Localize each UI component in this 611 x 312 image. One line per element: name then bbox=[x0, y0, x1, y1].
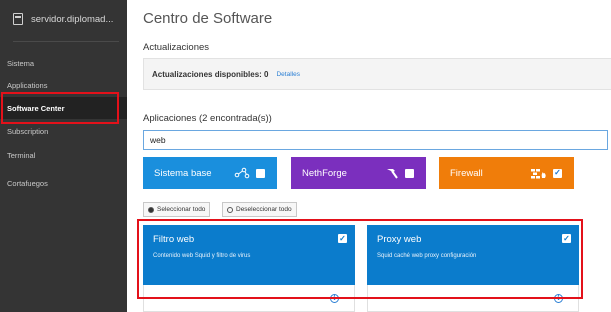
radio-dot-icon bbox=[148, 206, 154, 213]
highlight-box-apps bbox=[137, 219, 583, 299]
updates-panel: Actualizaciones disponibles: 0 Detalles bbox=[143, 58, 611, 90]
category-label: Firewall bbox=[450, 167, 483, 179]
highlight-box-sidebar bbox=[1, 92, 119, 124]
divider bbox=[13, 41, 119, 42]
host-name: servidor.diplomad... bbox=[31, 13, 114, 25]
page-title: Centro de Software bbox=[143, 10, 273, 27]
category-checkbox[interactable] bbox=[405, 168, 414, 178]
select-all-label: Seleccionar todo bbox=[157, 206, 206, 213]
updates-count: Actualizaciones disponibles: 0 bbox=[152, 69, 269, 79]
share-nodes-icon bbox=[234, 167, 250, 179]
deselect-all-label: Deseleccionar todo bbox=[236, 206, 292, 213]
sidebar-item-sistema[interactable]: Sistema bbox=[0, 52, 127, 74]
sidebar: servidor.diplomad... Sistema Application… bbox=[0, 0, 127, 312]
category-firewall[interactable]: Firewall ✓ bbox=[439, 157, 574, 189]
updates-heading: Actualizaciones bbox=[143, 42, 210, 53]
details-link[interactable]: Detalles bbox=[276, 71, 299, 78]
apps-heading: Aplicaciones (2 encontrada(s)) bbox=[143, 113, 272, 124]
search-input[interactable] bbox=[143, 130, 608, 150]
category-label: NethForge bbox=[302, 167, 347, 179]
hammer-icon bbox=[385, 167, 399, 180]
sidebar-item-terminal[interactable]: Terminal bbox=[0, 144, 127, 166]
category-nethforge[interactable]: NethForge bbox=[291, 157, 426, 189]
category-checkbox-checked[interactable]: ✓ bbox=[553, 168, 562, 178]
category-label: Sistema base bbox=[154, 167, 212, 179]
host-header[interactable]: servidor.diplomad... bbox=[0, 0, 127, 38]
brick-wall-fire-icon bbox=[531, 168, 547, 179]
deselect-all-button[interactable]: Deseleccionar todo bbox=[222, 202, 297, 217]
category-sistema-base[interactable]: Sistema base bbox=[143, 157, 277, 189]
category-checkbox[interactable] bbox=[256, 168, 265, 178]
sidebar-item-cortafuegos[interactable]: Cortafuegos bbox=[0, 172, 127, 194]
checkmark-icon: ✓ bbox=[554, 168, 561, 177]
server-icon bbox=[13, 13, 23, 25]
select-all-button[interactable]: Seleccionar todo bbox=[143, 202, 211, 217]
radio-empty-icon bbox=[227, 206, 233, 213]
